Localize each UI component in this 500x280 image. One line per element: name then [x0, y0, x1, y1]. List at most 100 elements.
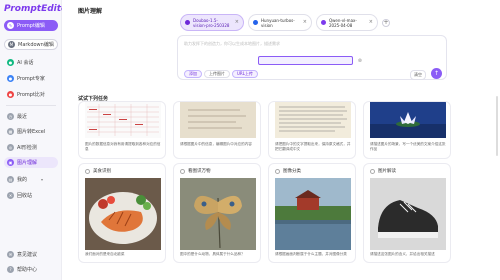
compare-icon: ● — [7, 91, 14, 98]
divider — [6, 105, 56, 106]
butterfly-thumbnail — [180, 178, 256, 250]
sidebar-item-feedback[interactable]: ✉ 意见建议 — [4, 249, 58, 260]
card-header: 图片解读 — [370, 168, 396, 174]
model-icon — [321, 20, 326, 25]
task-card-identify[interactable]: 看图识万物 图中的是什么动物，具体属于什么品种？ — [173, 163, 261, 263]
card-header: 图像分类 — [275, 168, 301, 174]
radio-icon — [275, 168, 280, 174]
sidebar-item-image-understanding[interactable]: ▣ 图片理解 — [4, 157, 58, 168]
tab-qwen[interactable]: Qwen-vl-max-2025-04-08 × — [316, 14, 378, 31]
sidebar-item-help[interactable]: ? 帮助中心 — [4, 264, 58, 275]
close-icon[interactable]: × — [303, 20, 307, 25]
table-thumbnail — [85, 102, 161, 138]
food-thumbnail — [85, 178, 161, 250]
sidebar-item-recycle-bin[interactable]: ✕ 回收站 — [4, 190, 58, 201]
tab-label: Doubao-1.5-vision-pro-250328 — [193, 17, 230, 28]
sidebar-item-label: AI形检测 — [17, 145, 37, 151]
task-card[interactable]: 图片的数据信息对我有用请提取到各种对应的信息 — [78, 101, 166, 159]
sidebar-item-label: 帮助中心 — [17, 267, 38, 273]
card-description: 图片的数据信息对我有用请提取到各种对应的信息 — [85, 142, 161, 151]
add-tab-button[interactable]: + — [382, 18, 390, 27]
chat-icon: ● — [7, 59, 14, 66]
card-description: 请描述图片的场景，写一个优美的文案介绍这张作品 — [370, 142, 446, 151]
sidebar-item-ai-detect[interactable]: ◎ AI形检测 — [4, 142, 58, 153]
tab-hunyuan[interactable]: Hunyuan-turbos-vision × — [248, 14, 312, 31]
sidebar-item-mine[interactable]: ▤ 我的 ▾ — [4, 174, 58, 185]
add-button[interactable]: 添加 — [184, 70, 202, 78]
detect-icon: ◎ — [7, 144, 14, 151]
main-panel: 图片理解 Doubao-1.5-vision-pro-250328 × Huny… — [62, 0, 500, 280]
table-doc-image — [85, 102, 161, 138]
tab-doubao[interactable]: Doubao-1.5-vision-pro-250328 × — [180, 14, 244, 31]
sidebar-item-recent[interactable]: ◷ 最近 — [4, 111, 58, 122]
shoe-thumbnail — [370, 178, 446, 250]
clear-button[interactable]: 清空 — [410, 70, 426, 80]
sidebar-item-markdown[interactable]: M Markdown编辑 — [4, 39, 58, 50]
lotus-image — [370, 102, 446, 138]
feedback-icon: ✉ — [7, 251, 14, 258]
sidebar: PromptEditor ✎ Prompt编辑 M Markdown编辑 ● A… — [0, 0, 72, 280]
radio-icon — [180, 168, 185, 174]
salmon-image — [85, 178, 161, 250]
card-header: 美食识别 — [85, 168, 111, 174]
sidebar-item-prompt-compare[interactable]: ● Prompt比对 — [4, 89, 58, 100]
sidebar-item-label: 最近 — [17, 114, 28, 120]
scrollbar[interactable] — [496, 96, 498, 156]
chevron-down-icon: ▾ — [41, 177, 44, 182]
sidebar-item-label: Prompt比对 — [17, 92, 45, 98]
card-description: 我们面对的是来自北欧菜 — [85, 252, 125, 256]
send-button[interactable]: ↑ — [431, 68, 442, 79]
task-card-interpret[interactable]: 图片解读 请描述这张图片的含义，并给出相关描述 — [363, 163, 451, 263]
sidebar-item-label: 意见建议 — [17, 252, 38, 258]
task-card[interactable]: 请把图片中的文字提取出来，保持原文格式，并把它翻译成中文 — [268, 101, 356, 159]
sidebar-item-prompt-expert[interactable]: ● Prompt专家 — [4, 73, 58, 84]
lotus-thumbnail — [370, 102, 446, 138]
butterfly-image — [180, 178, 256, 250]
card-title: 美食识别 — [93, 169, 111, 174]
expert-icon: ● — [7, 75, 14, 82]
image-icon: ▣ — [7, 159, 14, 166]
help-icon: ? — [7, 266, 14, 273]
sidebar-item-label: 回收站 — [17, 193, 33, 199]
upload-image-button[interactable]: 上传图片 — [204, 70, 230, 78]
folder-icon: ▤ — [7, 176, 14, 183]
sidebar-item-ai-chat[interactable]: ● AI 会话 — [4, 57, 58, 68]
card-description: 图中的是什么动物，具体属于什么品种？ — [180, 252, 245, 256]
prompt-text-field[interactable]: ⊗ — [258, 56, 362, 65]
sneaker-image — [370, 178, 446, 250]
sidebar-item-prompt-edit[interactable]: ✎ Prompt编辑 — [4, 20, 58, 31]
card-header: 看图识万物 — [180, 168, 211, 174]
task-card-food[interactable]: 美食识别 我们面对的是来自北欧菜 — [78, 163, 166, 263]
card-title: 图像分类 — [283, 169, 301, 174]
radio-icon — [370, 168, 375, 174]
sidebar-item-label: Prompt编辑 — [17, 23, 45, 29]
edit-icon: ✎ — [7, 22, 14, 29]
sidebar-item-label: Markdown编辑 — [18, 42, 54, 48]
sidebar-item-image-to-excel[interactable]: ▦ 图片转Excel — [4, 126, 58, 137]
farm-landscape-image — [275, 178, 351, 250]
handwriting-image — [180, 102, 256, 138]
url-upload-button[interactable]: URL上传 — [232, 70, 258, 78]
model-tabs: Doubao-1.5-vision-pro-250328 × Hunyuan-t… — [180, 14, 390, 31]
clear-icon[interactable]: ⊗ — [358, 58, 362, 64]
text-thumbnail — [275, 102, 351, 138]
note-thumbnail — [180, 102, 256, 138]
task-card[interactable]: 请根据图片中的信息，编辑图片中对应的内容 — [173, 101, 261, 159]
close-icon[interactable]: × — [369, 20, 373, 25]
sidebar-item-label: AI 会话 — [17, 60, 34, 66]
card-title: 图片解读 — [378, 169, 396, 174]
tab-label: Qwen-vl-max-2025-04-08 — [329, 17, 357, 28]
card-description: 请根据图片中的信息，编辑图片中对应的内容 — [180, 142, 252, 146]
trash-icon: ✕ — [7, 192, 14, 199]
card-description: 请把图片中的文字提取出来，保持原文格式，并把它翻译成中文 — [275, 142, 351, 151]
task-card[interactable]: 请描述图片的场景，写一个优美的文案介绍这张作品 — [363, 101, 451, 159]
table-icon: ▦ — [7, 128, 14, 135]
task-card-classify[interactable]: 图像分类 请根据画面判断属于什么主题，并对图像分类 — [268, 163, 356, 263]
close-icon[interactable]: × — [235, 20, 239, 25]
radio-icon — [85, 168, 90, 174]
sidebar-item-label: 我的 — [17, 177, 28, 183]
markdown-icon: M — [8, 41, 15, 48]
sidebar-item-label: Prompt专家 — [17, 76, 45, 82]
sidebar-item-label: 图片理解 — [17, 160, 38, 166]
prompt-input-box[interactable]: 助力发挥下的创造力，你可以生成本地图片，描述需求 ⊗ 添加 上传图片 URL上传… — [177, 35, 447, 80]
